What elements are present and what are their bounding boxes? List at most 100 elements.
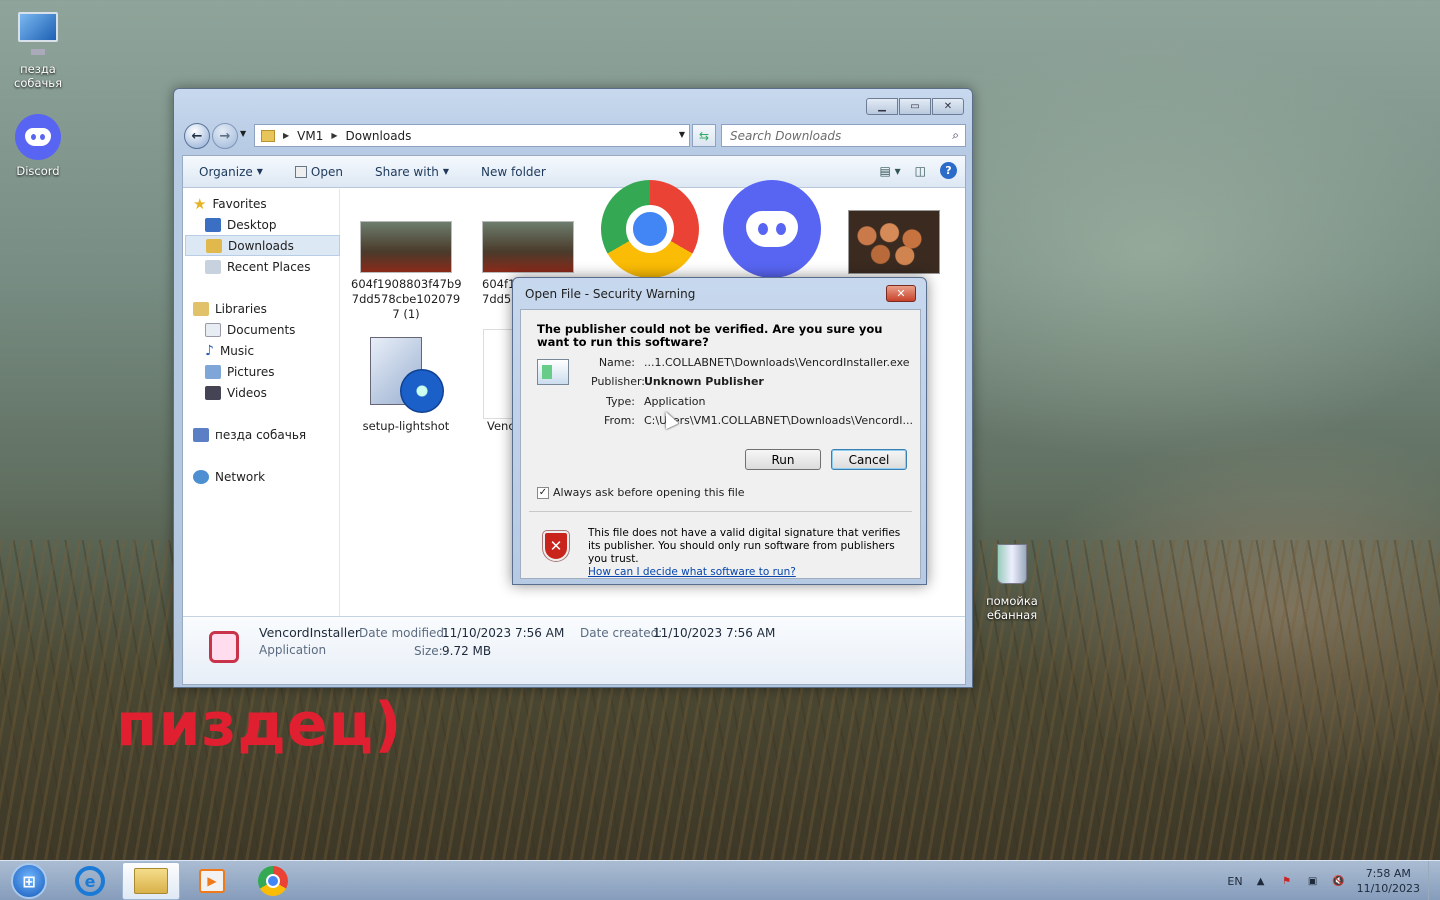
nav-libraries[interactable]: Libraries: [193, 298, 348, 319]
run-button[interactable]: Run: [745, 449, 821, 470]
nav-favorites[interactable]: ★ Favorites: [193, 193, 348, 214]
publisher-value: Unknown Publisher: [644, 375, 764, 388]
file-name: 604f1908803f47b9 7dd578cbe102079 7 (1): [351, 277, 462, 321]
details-date-created-label: Date created:: [580, 626, 663, 640]
breadcrumb-vm1[interactable]: VM1: [297, 129, 323, 143]
windows-logo-icon: ⊞: [11, 863, 47, 899]
nav-desktop[interactable]: Desktop: [205, 214, 360, 235]
taskbar-chrome[interactable]: [244, 862, 302, 900]
name-value: ...1.COLLABNET\Downloads\VencordInstalle…: [644, 356, 910, 369]
network-status-icon[interactable]: ▣: [1305, 874, 1321, 888]
show-hidden-icons-icon[interactable]: ▲: [1253, 874, 1269, 888]
search-placeholder: Search Downloads: [730, 128, 842, 143]
recycle-bin-icon: [989, 544, 1035, 590]
search-input[interactable]: Search Downloads ⌕: [721, 124, 966, 147]
help-link[interactable]: How can I decide what software to run?: [588, 566, 908, 579]
nav-downloads[interactable]: Downloads: [185, 235, 340, 256]
chrome-icon: [601, 180, 699, 278]
breadcrumb-separator-icon[interactable]: ▶: [331, 131, 337, 140]
close-button[interactable]: ✕: [932, 98, 964, 115]
vencord-installer-icon: [203, 625, 243, 665]
details-date-modified: 11/10/2023 7:56 AM: [442, 626, 565, 640]
file-item-discord[interactable]: [717, 180, 827, 278]
file-item-video-1[interactable]: 604f1908803f47b9 7dd578cbe102079 7 (1): [351, 221, 462, 322]
taskbar-explorer[interactable]: [122, 862, 180, 900]
recent-places-icon: [205, 259, 221, 274]
volume-muted-icon[interactable]: 🔇: [1331, 874, 1347, 888]
back-button[interactable]: ←: [184, 123, 210, 149]
pictures-icon: [205, 364, 221, 379]
network-icon: [193, 469, 209, 484]
video-thumbnail: [482, 221, 574, 273]
libraries-icon: [193, 301, 209, 316]
new-folder-button[interactable]: New folder: [465, 156, 562, 188]
help-icon[interactable]: ?: [940, 162, 957, 179]
command-bar: Organize ▼ Open Share with ▼ New folder ▤ …: [183, 156, 965, 188]
dialog-close-button[interactable]: ✕: [886, 285, 916, 302]
language-indicator[interactable]: EN: [1227, 875, 1242, 888]
recent-pages-chevron-icon[interactable]: ▼: [240, 129, 246, 138]
maximize-button[interactable]: ▭: [899, 98, 931, 115]
search-icon[interactable]: ⌕: [952, 128, 959, 143]
nav-documents[interactable]: Documents: [205, 319, 360, 340]
downloads-folder-icon: [206, 238, 222, 253]
desktop-icon-computer[interactable]: пезда собачья: [0, 8, 76, 90]
nav-homegroup[interactable]: пезда собачья: [193, 424, 348, 445]
view-options-icon[interactable]: ▤ ▾: [879, 164, 900, 178]
organize-button[interactable]: Organize ▼: [183, 156, 279, 188]
file-item-image[interactable]: [839, 210, 949, 274]
desktop-icon-discord[interactable]: Discord: [0, 114, 76, 178]
divider: [529, 511, 912, 512]
computer-icon: [15, 12, 61, 58]
nav-music[interactable]: ♪ Music: [205, 340, 360, 361]
share-with-button[interactable]: Share with ▼: [359, 156, 465, 188]
forward-button[interactable]: →: [212, 123, 238, 149]
details-file-type: Application: [259, 643, 327, 657]
dialog-title: Open File - Security Warning: [525, 287, 696, 301]
refresh-button[interactable]: ⇆: [692, 124, 716, 147]
desktop-icon-label: Discord: [16, 164, 60, 178]
chrome-icon: [258, 866, 288, 896]
music-icon: ♪: [205, 342, 214, 359]
taskbar-media-player[interactable]: ▶: [183, 862, 241, 900]
minimize-button[interactable]: ▁: [866, 98, 898, 115]
folder-icon: [261, 129, 275, 142]
breadcrumb-downloads[interactable]: Downloads: [346, 129, 412, 143]
media-player-icon: ▶: [199, 869, 225, 893]
show-desktop-button[interactable]: [1428, 861, 1440, 900]
action-center-flag-icon[interactable]: ⚑: [1279, 874, 1295, 888]
chevron-down-icon: ▼: [442, 167, 450, 176]
desktop-icon-label: пезда собачья: [14, 62, 62, 90]
cancel-button[interactable]: Cancel: [831, 449, 907, 470]
preview-pane-icon[interactable]: ◫: [915, 164, 926, 178]
open-button[interactable]: Open: [279, 156, 359, 188]
checkbox-checked-icon[interactable]: ✓: [537, 486, 549, 499]
details-file-name: VencordInstaller: [259, 625, 361, 640]
desktop-icon-recycle-bin[interactable]: помойка ебанная: [974, 542, 1050, 622]
discord-icon: [15, 114, 61, 160]
address-bar[interactable]: ▶ VM1 ▶ Downloads ▼: [254, 124, 690, 147]
nav-videos[interactable]: Videos: [205, 382, 360, 403]
address-dropdown-icon[interactable]: ▼: [679, 130, 685, 139]
internet-explorer-icon: e: [75, 866, 105, 896]
details-date-created: 11/10/2023 7:56 AM: [653, 626, 776, 640]
taskbar-internet-explorer[interactable]: e: [61, 862, 119, 900]
nav-recent-places[interactable]: Recent Places: [205, 256, 360, 277]
file-item-chrome[interactable]: [595, 180, 705, 278]
publisher-row: Publisher: Unknown Publisher: [591, 375, 764, 388]
wallpaper-overlay-text: пиздец): [116, 690, 403, 760]
clock[interactable]: 7:58 AM 11/10/2023: [1357, 866, 1420, 896]
always-ask-checkbox[interactable]: ✓ Always ask before opening this file: [537, 486, 745, 499]
warning-message: This file does not have a valid digital …: [588, 527, 908, 579]
file-item-setup-lightshot[interactable]: setup-lightshot: [351, 329, 461, 434]
nav-pictures[interactable]: Pictures: [205, 361, 360, 382]
breadcrumb-separator-icon[interactable]: ▶: [283, 131, 289, 140]
image-thumbnail: [848, 210, 940, 274]
desktop-icon: [205, 217, 221, 232]
security-warning-dialog[interactable]: Open File - Security Warning ✕ The publi…: [512, 277, 927, 585]
start-button[interactable]: ⊞: [0, 862, 58, 900]
star-icon: ★: [193, 194, 207, 213]
details-date-modified-label: Date modified:: [359, 626, 449, 640]
file-name: setup-lightshot: [362, 419, 450, 433]
nav-network[interactable]: Network: [193, 466, 348, 487]
